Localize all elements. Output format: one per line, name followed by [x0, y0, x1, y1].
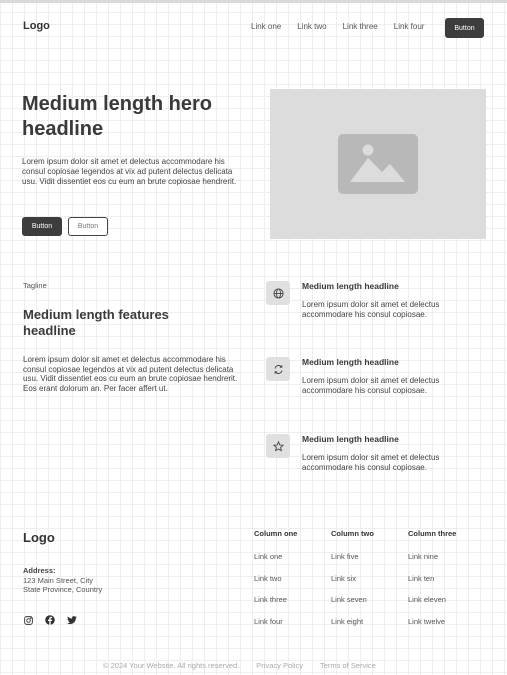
- twitter-icon[interactable]: [67, 615, 77, 625]
- top-border: [0, 0, 507, 3]
- footer-column-two: Column two Link five Link six Link seven…: [331, 529, 406, 638]
- nav-links: Link one Link two Link three Link four: [251, 22, 440, 31]
- hero-secondary-button[interactable]: Button: [68, 217, 108, 236]
- features-headline: Medium length features headline: [23, 307, 169, 338]
- feature-description: Lorem ipsum dolor sit amet et delectus a…: [302, 453, 440, 472]
- nav-link-two[interactable]: Link two: [297, 22, 326, 31]
- star-icon: [266, 434, 290, 458]
- instagram-icon[interactable]: [23, 615, 33, 625]
- footer-link[interactable]: Link eleven: [408, 595, 483, 617]
- copyright-text: © 2024 Your Website. All rights reserved…: [103, 661, 240, 670]
- footer-column-title: Column two: [331, 529, 374, 538]
- nav-link-one[interactable]: Link one: [251, 22, 281, 31]
- feature-headline: Medium length headline: [302, 434, 399, 444]
- footer-link[interactable]: Link six: [331, 574, 406, 596]
- footer-link[interactable]: Link two: [254, 574, 329, 596]
- footer-link[interactable]: Link eight: [331, 617, 406, 639]
- nav-link-four[interactable]: Link four: [394, 22, 425, 31]
- social-links: [23, 615, 77, 625]
- footer-column-title: Column three: [408, 529, 457, 538]
- features-description: Lorem ipsum dolor sit amet et delectus a…: [23, 355, 238, 393]
- footer-link[interactable]: Link one: [254, 552, 329, 574]
- features-tagline: Tagline: [23, 281, 47, 290]
- address-line: State Province, Country: [23, 585, 103, 594]
- nav-link-three[interactable]: Link three: [343, 22, 378, 31]
- hero-image: [270, 89, 486, 239]
- terms-of-service-link[interactable]: Terms of Service: [320, 661, 376, 670]
- feature-headline: Medium length headline: [302, 281, 399, 291]
- refresh-icon: [266, 357, 290, 381]
- footer-link[interactable]: Link five: [331, 552, 406, 574]
- feature-description: Lorem ipsum dolor sit amet et delectus a…: [302, 300, 440, 319]
- nav-logo[interactable]: Logo: [23, 20, 50, 32]
- privacy-policy-link[interactable]: Privacy Policy: [256, 661, 303, 670]
- footer-link[interactable]: Link three: [254, 595, 329, 617]
- footer-column-three: Column three Link nine Link ten Link ele…: [408, 529, 483, 638]
- footer-link[interactable]: Link twelve: [408, 617, 483, 639]
- hero-headline: Medium length hero headline: [22, 93, 212, 140]
- nav-button[interactable]: Button: [445, 18, 484, 38]
- image-placeholder-icon: [338, 134, 418, 194]
- hero-primary-button[interactable]: Button: [22, 217, 62, 236]
- footer-link[interactable]: Link seven: [331, 595, 406, 617]
- address-text: 123 Main Street, City State Province, Co…: [23, 576, 143, 594]
- globe-icon: [266, 281, 290, 305]
- hero-description: Lorem ipsum dolor sit amet et delectus a…: [22, 157, 237, 186]
- address-label: Address:: [23, 566, 56, 575]
- footer-link[interactable]: Link four: [254, 617, 329, 639]
- footer-link[interactable]: Link nine: [408, 552, 483, 574]
- footer-column-one: Column one Link one Link two Link three …: [254, 529, 329, 638]
- facebook-icon[interactable]: [45, 615, 55, 625]
- feature-description: Lorem ipsum dolor sit amet et delectus a…: [302, 376, 440, 395]
- address-line: 123 Main Street, City: [23, 576, 94, 585]
- footer-logo[interactable]: Logo: [23, 530, 55, 545]
- footer-column-title: Column one: [254, 529, 298, 538]
- footer-link[interactable]: Link ten: [408, 574, 483, 596]
- feature-headline: Medium length headline: [302, 357, 399, 367]
- footer-bottom-bar: © 2024 Your Website. All rights reserved…: [103, 661, 393, 670]
